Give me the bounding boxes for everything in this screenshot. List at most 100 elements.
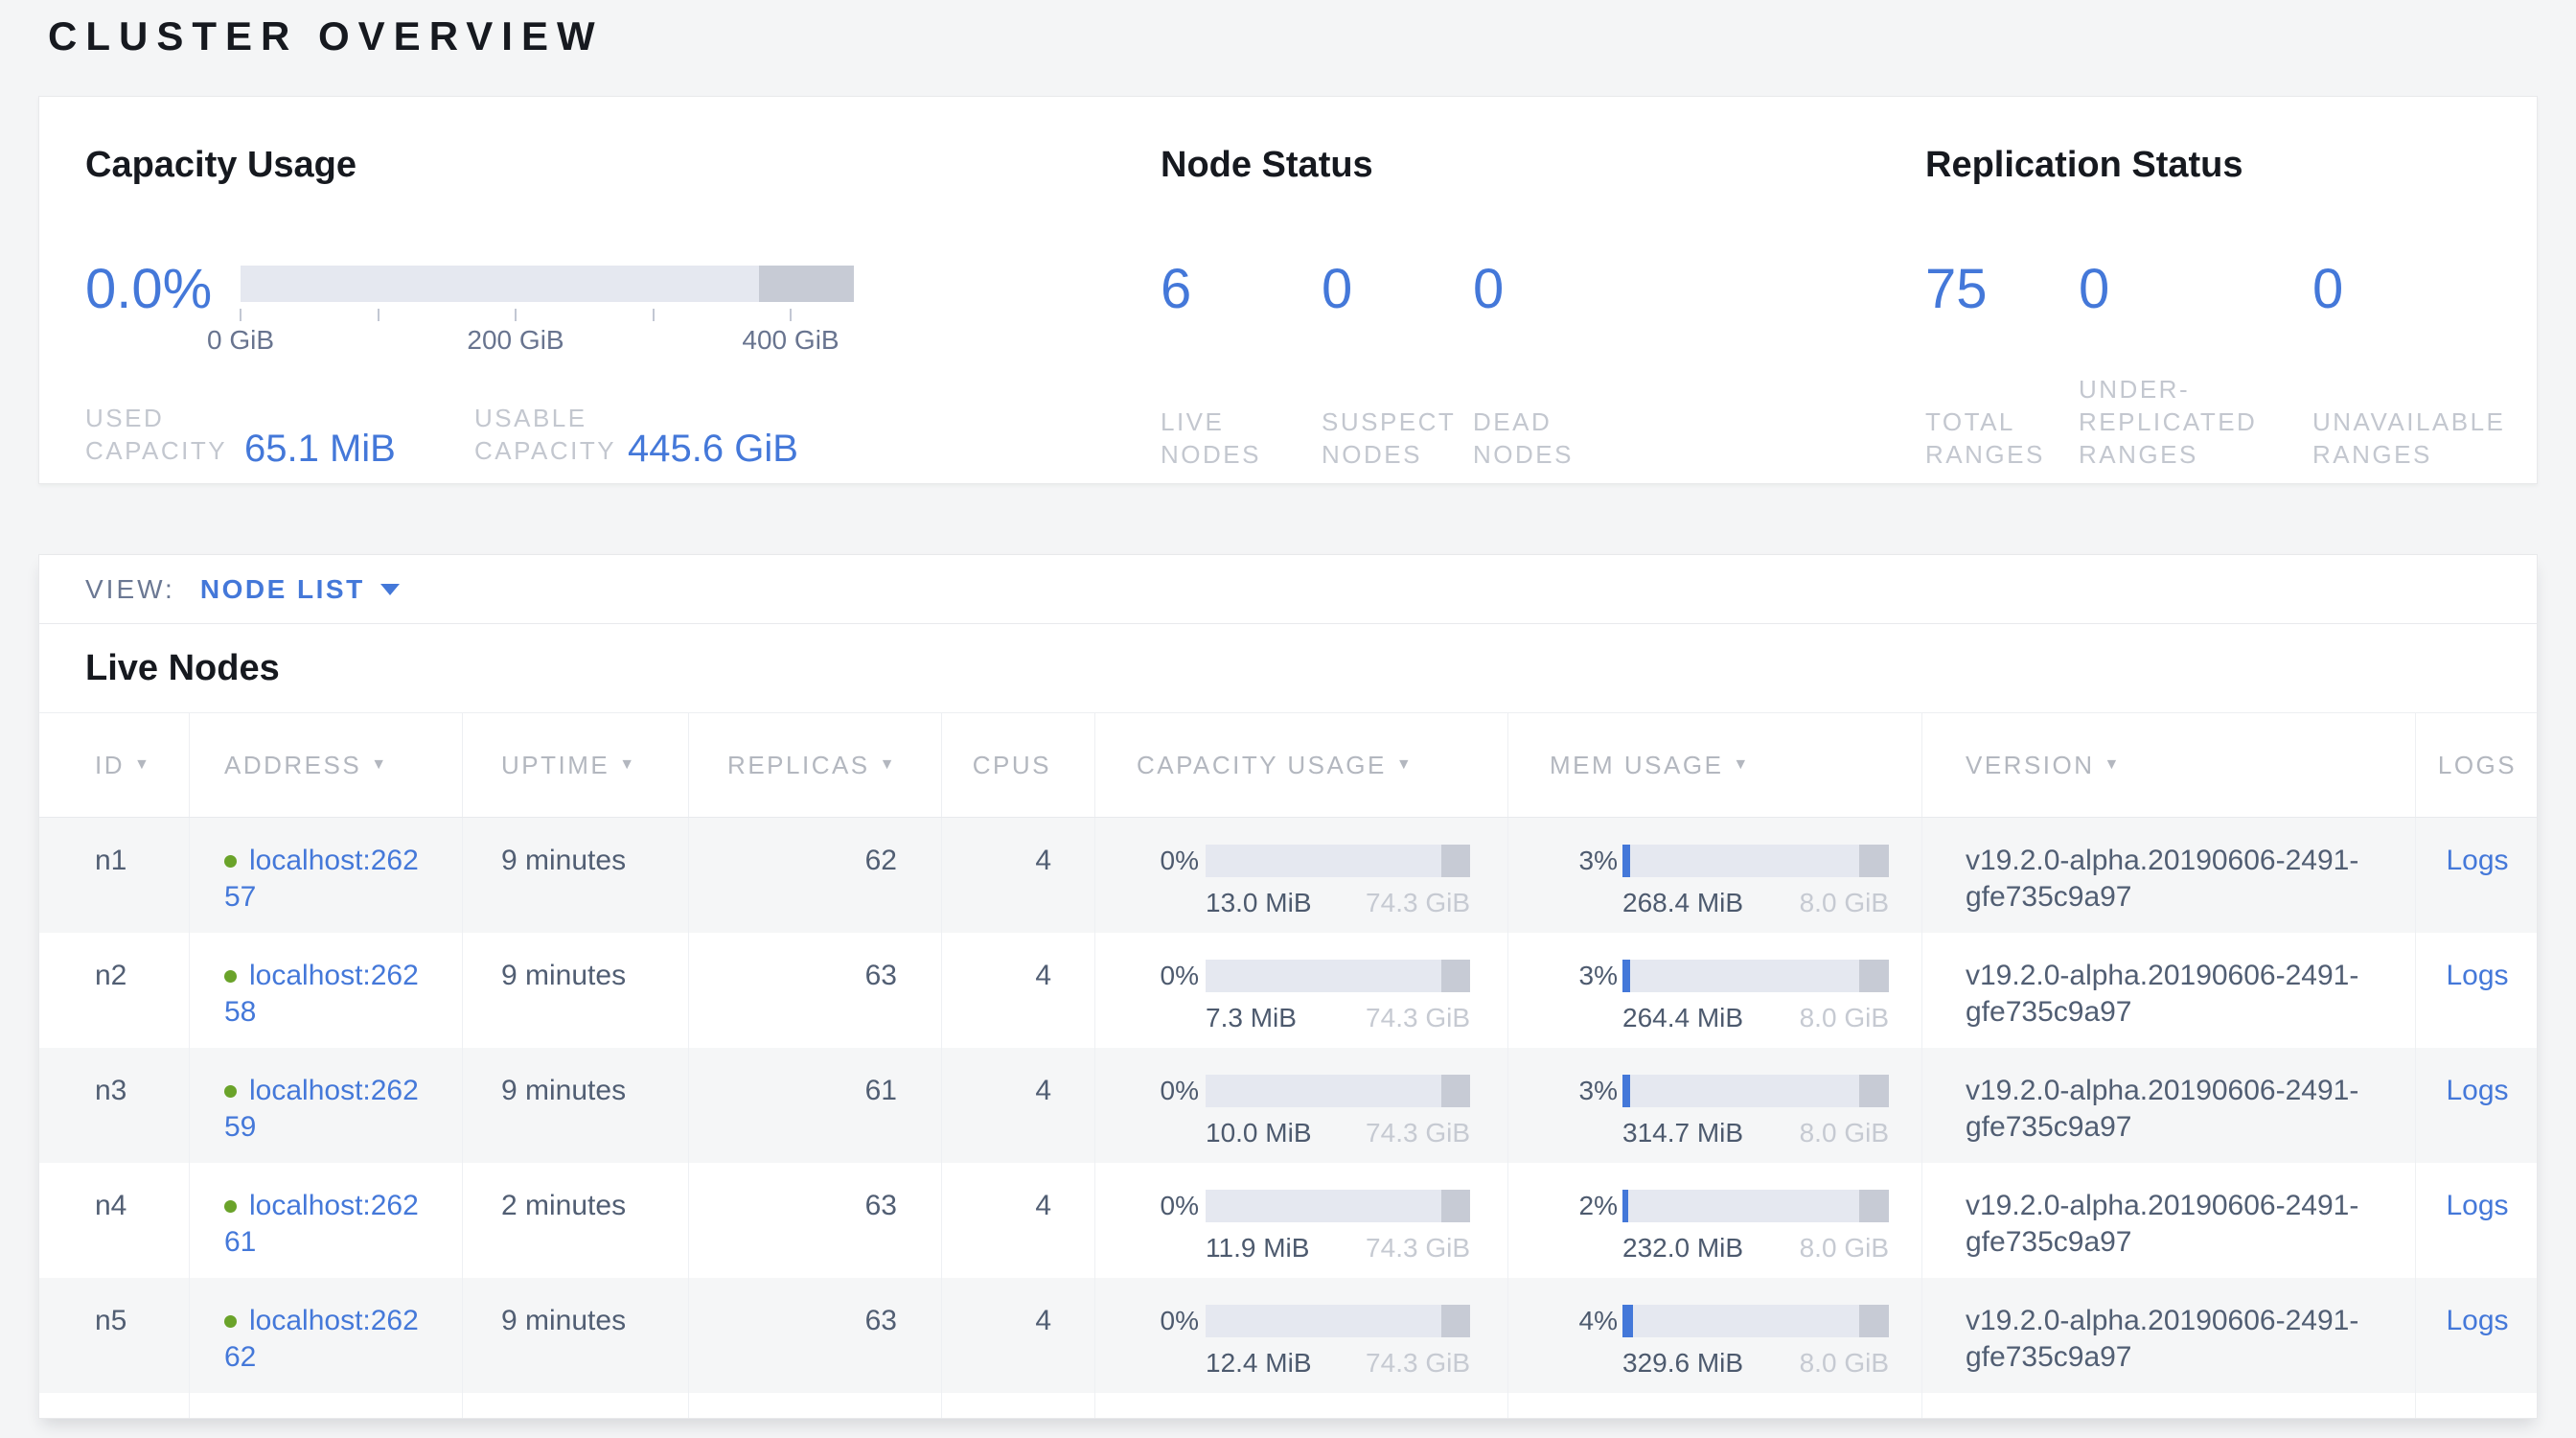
logs-link[interactable]: Logs <box>2446 845 2508 876</box>
cell-mem-usage: 3% 314.7 MiB 8.0 GiB <box>1508 1048 1922 1163</box>
page-title: CLUSTER OVERVIEW <box>48 13 604 59</box>
cell-cpus: 4 <box>942 933 1095 1048</box>
cell-capacity-usage: 0% 12.4 MiB 74.3 GiB <box>1095 1278 1508 1393</box>
sort-desc-icon: ▼ <box>619 756 636 774</box>
cell-mem-usage: 3% 268.4 MiB 8.0 GiB <box>1508 818 1922 933</box>
under-replicated-ranges-stat: 0 UNDER- REPLICATED RANGES <box>2079 255 2109 471</box>
cell-logs: Logs <box>2416 1163 2538 1278</box>
total-ranges-count: 75 <box>1925 255 1988 324</box>
summary-panel: Capacity Usage 0.0% 0 GiB 200 GiB 400 Gi… <box>38 96 2538 484</box>
mem-percent: 3% <box>1508 1073 1618 1109</box>
dead-nodes-count: 0 <box>1473 255 1504 324</box>
cell-replicas: 61 <box>689 1048 942 1163</box>
replication-status-title: Replication Status <box>1925 145 2243 186</box>
chevron-down-icon <box>380 584 400 595</box>
total-ranges-label: TOTAL RANGES <box>1925 406 2045 471</box>
column-header-cpus: CPUS <box>942 713 1095 817</box>
mem-percent: 4% <box>1508 1303 1618 1339</box>
cell-uptime: 9 minutes <box>463 818 689 933</box>
address-link[interactable]: localhost:26262 <box>224 1305 435 1376</box>
mem-total-value: 8.0 GiB <box>1800 885 1889 921</box>
axis-tick-label: 200 GiB <box>467 325 564 356</box>
cell-node-id: n5 <box>39 1278 190 1393</box>
address-link[interactable]: localhost:26261 <box>224 1190 435 1261</box>
column-header-id[interactable]: ID▼ <box>39 713 190 817</box>
cell-replicas: 63 <box>689 1163 942 1278</box>
axis-tick <box>240 309 242 321</box>
logs-link[interactable]: Logs <box>2446 1190 2508 1221</box>
axis-tick <box>653 309 655 321</box>
column-header-mem-usage[interactable]: MEM USAGE▼ <box>1508 713 1922 817</box>
address-link[interactable]: localhost:26259 <box>224 1075 435 1146</box>
live-status-dot <box>224 970 237 983</box>
capacity-total-value: 74.3 GiB <box>1366 1000 1470 1036</box>
column-header-capacity-usage[interactable]: CAPACITY USAGE▼ <box>1095 713 1508 817</box>
capacity-bar <box>1206 1075 1470 1107</box>
column-header-replicas[interactable]: REPLICAS▼ <box>689 713 942 817</box>
cell-address: localhost:26257 <box>190 818 463 933</box>
usable-capacity-label: USABLE CAPACITY <box>474 402 616 467</box>
table-row-partial <box>39 1393 2537 1419</box>
capacity-bar <box>1206 1305 1470 1337</box>
mem-bar <box>1622 1190 1889 1222</box>
sort-desc-icon: ▼ <box>2104 756 2122 774</box>
mem-total-value: 8.0 GiB <box>1800 1115 1889 1151</box>
cell-uptime: 9 minutes <box>463 1048 689 1163</box>
sort-desc-icon: ▼ <box>134 756 151 774</box>
cell-capacity-usage: 0% 10.0 MiB 74.3 GiB <box>1095 1048 1508 1163</box>
mem-total-value: 8.0 GiB <box>1800 1230 1889 1266</box>
cell-node-id: n2 <box>39 933 190 1048</box>
capacity-percent: 0% <box>1095 1303 1199 1339</box>
sort-desc-icon: ▼ <box>880 756 897 774</box>
mem-bar <box>1622 845 1889 877</box>
capacity-used-value: 11.9 MiB <box>1206 1230 1309 1266</box>
mem-bar <box>1622 1305 1889 1337</box>
column-header-address[interactable]: ADDRESS▼ <box>190 713 463 817</box>
cell-address: localhost:26262 <box>190 1278 463 1393</box>
capacity-used-value: 12.4 MiB <box>1206 1345 1312 1381</box>
live-status-dot <box>224 1200 237 1213</box>
logs-link[interactable]: Logs <box>2446 960 2508 991</box>
cell-address: localhost:26261 <box>190 1163 463 1278</box>
cell-version: v19.2.0-alpha.20190606-2491-gfe735c9a97 <box>1922 1048 2416 1163</box>
cell-capacity-usage: 0% 11.9 MiB 74.3 GiB <box>1095 1163 1508 1278</box>
address-link[interactable]: localhost:26258 <box>224 960 435 1031</box>
cell-cpus: 4 <box>942 1048 1095 1163</box>
cell-logs: Logs <box>2416 1048 2538 1163</box>
view-selector-dropdown[interactable]: NODE LIST <box>200 574 400 605</box>
logs-link[interactable]: Logs <box>2446 1075 2508 1106</box>
mem-total-value: 8.0 GiB <box>1800 1345 1889 1381</box>
node-status-title: Node Status <box>1161 145 1373 186</box>
mem-used-value: 232.0 MiB <box>1622 1230 1743 1266</box>
address-link[interactable]: localhost:26257 <box>224 845 435 916</box>
capacity-percent: 0% <box>1095 843 1199 879</box>
table-row: n4 localhost:26261 2 minutes 63 4 0% 11.… <box>39 1163 2537 1278</box>
capacity-total-value: 74.3 GiB <box>1366 1115 1470 1151</box>
cell-node-id: n1 <box>39 818 190 933</box>
cell-logs: Logs <box>2416 1278 2538 1393</box>
capacity-percent: 0% <box>1095 1188 1199 1224</box>
cell-version: v19.2.0-alpha.20190606-2491-gfe735c9a97 <box>1922 1278 2416 1393</box>
mem-used-value: 314.7 MiB <box>1622 1115 1743 1151</box>
column-header-version[interactable]: VERSION▼ <box>1922 713 2416 817</box>
sort-desc-icon: ▼ <box>1396 756 1414 774</box>
mem-percent: 2% <box>1508 1188 1618 1224</box>
logs-link[interactable]: Logs <box>2446 1305 2508 1336</box>
cell-mem-usage: 4% 329.6 MiB 8.0 GiB <box>1508 1278 1922 1393</box>
column-header-uptime[interactable]: UPTIME▼ <box>463 713 689 817</box>
capacity-used-value: 10.0 MiB <box>1206 1115 1312 1151</box>
cell-logs: Logs <box>2416 933 2538 1048</box>
cell-address: localhost:26259 <box>190 1048 463 1163</box>
unavailable-ranges-count: 0 <box>2312 255 2343 324</box>
axis-tick-label: 400 GiB <box>742 325 839 356</box>
axis-tick <box>790 309 792 321</box>
cell-cpus: 4 <box>942 1278 1095 1393</box>
cell-node-id: n3 <box>39 1048 190 1163</box>
used-capacity-label: USED CAPACITY <box>85 402 227 467</box>
unavailable-ranges-stat: 0 UNAVAILABLE RANGES <box>2312 255 2343 471</box>
capacity-total-value: 74.3 GiB <box>1366 1230 1470 1266</box>
cell-replicas: 62 <box>689 818 942 933</box>
capacity-total-value: 74.3 GiB <box>1366 885 1470 921</box>
capacity-bar <box>1206 960 1470 992</box>
axis-tick <box>378 309 380 321</box>
